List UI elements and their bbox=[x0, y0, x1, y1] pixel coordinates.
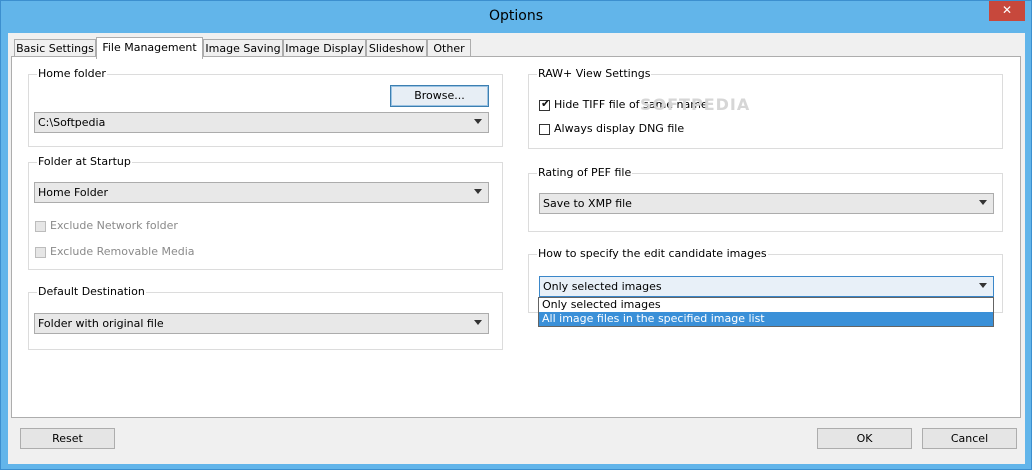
checkbox-box: ✔ bbox=[539, 96, 551, 111]
edit-candidate-title: How to specify the edit candidate images bbox=[537, 247, 768, 260]
always-dng-checkbox[interactable]: Always display DNG file bbox=[539, 122, 684, 138]
chevron-down-icon bbox=[474, 320, 482, 325]
dialog-client-area: Basic Settings File Management Image Sav… bbox=[8, 33, 1025, 464]
home-folder-title: Home folder bbox=[37, 67, 107, 80]
default-destination-value: Folder with original file bbox=[38, 317, 164, 330]
home-folder-group: Home folder Browse... C:\Softpedia bbox=[28, 67, 503, 147]
home-folder-path-value: C:\Softpedia bbox=[38, 116, 106, 129]
checkbox-box bbox=[539, 123, 550, 135]
watermark-text: SOFTPEDIA bbox=[640, 95, 751, 114]
tab-basic-settings[interactable]: Basic Settings bbox=[14, 39, 96, 57]
checkbox-box bbox=[35, 220, 46, 232]
home-folder-path-combo[interactable]: C:\Softpedia bbox=[34, 112, 489, 133]
edit-candidate-combo[interactable]: Only selected images bbox=[539, 276, 994, 297]
exclude-network-label: Exclude Network folder bbox=[50, 219, 178, 232]
rating-pef-group: Rating of PEF file Save to XMP file bbox=[528, 166, 1003, 232]
edit-candidate-value: Only selected images bbox=[543, 280, 662, 293]
reset-button[interactable]: Reset bbox=[20, 428, 115, 449]
folder-startup-group: Folder at Startup Home Folder Exclude Ne… bbox=[28, 155, 503, 270]
exclude-network-checkbox[interactable]: Exclude Network folder bbox=[35, 219, 178, 235]
folder-startup-title: Folder at Startup bbox=[37, 155, 132, 168]
raw-view-title: RAW+ View Settings bbox=[537, 67, 652, 80]
default-destination-combo[interactable]: Folder with original file bbox=[34, 313, 489, 334]
rating-pef-value: Save to XMP file bbox=[543, 197, 632, 210]
raw-view-group: RAW+ View Settings ✔ Hide TIFF file of sa… bbox=[528, 67, 1003, 149]
default-destination-group: Default Destination Folder with original… bbox=[28, 285, 503, 350]
file-management-panel: Home folder Browse... C:\Softpedia Folde… bbox=[11, 56, 1021, 418]
chevron-down-icon bbox=[979, 200, 987, 205]
tab-image-saving[interactable]: Image Saving bbox=[203, 39, 283, 57]
browse-button[interactable]: Browse... bbox=[390, 85, 489, 107]
chevron-down-icon bbox=[474, 119, 482, 124]
tab-file-management[interactable]: File Management bbox=[96, 37, 203, 59]
tab-image-display[interactable]: Image Display bbox=[283, 39, 366, 57]
chevron-down-icon bbox=[979, 283, 987, 288]
rating-pef-combo[interactable]: Save to XMP file bbox=[539, 193, 994, 214]
options-window: Options ✕ Basic Settings File Management… bbox=[0, 0, 1032, 470]
startup-folder-combo[interactable]: Home Folder bbox=[34, 182, 489, 203]
default-destination-title: Default Destination bbox=[37, 285, 146, 298]
exclude-removable-checkbox[interactable]: Exclude Removable Media bbox=[35, 245, 195, 261]
exclude-removable-label: Exclude Removable Media bbox=[50, 245, 195, 258]
dropdown-option-only-selected[interactable]: Only selected images bbox=[539, 298, 993, 312]
rating-pef-title: Rating of PEF file bbox=[537, 166, 633, 179]
window-title: Options bbox=[488, 8, 544, 24]
always-dng-label: Always display DNG file bbox=[554, 122, 685, 135]
tab-slideshow[interactable]: Slideshow bbox=[366, 39, 427, 57]
checkbox-box bbox=[35, 246, 46, 258]
dropdown-option-all-image-files[interactable]: All image files in the specified image l… bbox=[539, 312, 993, 326]
cancel-button[interactable]: Cancel bbox=[922, 428, 1017, 449]
startup-folder-value: Home Folder bbox=[38, 186, 108, 199]
ok-button[interactable]: OK bbox=[817, 428, 912, 449]
chevron-down-icon bbox=[474, 189, 482, 194]
close-button[interactable]: ✕ bbox=[989, 1, 1025, 21]
checkmark-icon: ✔ bbox=[541, 96, 551, 110]
edit-candidate-dropdown-list: Only selected images All image files in … bbox=[538, 297, 994, 327]
tab-other[interactable]: Other bbox=[427, 39, 471, 57]
